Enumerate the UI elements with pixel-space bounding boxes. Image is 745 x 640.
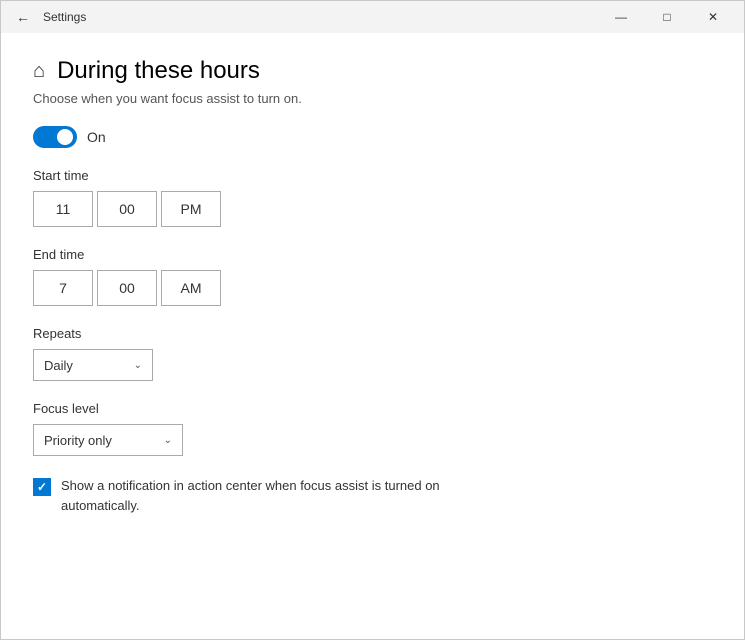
page-header: ⌂ During these hours: [33, 57, 712, 85]
focus-level-chevron-icon: ⌄: [164, 435, 172, 446]
title-bar: ← Settings — □ ✕: [1, 1, 744, 33]
toggle-thumb: [57, 129, 73, 145]
toggle-row: On: [33, 126, 712, 148]
end-time-section: End time 7 00 AM: [33, 247, 712, 306]
focus-level-section: Focus level Priority only ⌄: [33, 401, 712, 456]
end-time-row: 7 00 AM: [33, 270, 712, 306]
window-controls: — □ ✕: [598, 1, 736, 33]
focus-level-value: Priority only: [44, 433, 112, 448]
window: ← Settings — □ ✕ ⌂ During these hours Ch…: [0, 0, 745, 640]
notification-checkbox[interactable]: ✓: [33, 478, 51, 496]
repeats-section: Repeats Daily ⌄: [33, 326, 712, 381]
focus-level-label: Focus level: [33, 401, 712, 416]
repeats-chevron-icon: ⌄: [134, 360, 142, 371]
page-title: During these hours: [57, 57, 260, 85]
repeats-dropdown[interactable]: Daily ⌄: [33, 349, 153, 381]
toggle-label: On: [87, 129, 106, 145]
notification-checkbox-row: ✓ Show a notification in action center w…: [33, 476, 712, 515]
end-minute-box[interactable]: 00: [97, 270, 157, 306]
minimize-button[interactable]: —: [598, 1, 644, 33]
end-time-label: End time: [33, 247, 712, 262]
focus-level-dropdown[interactable]: Priority only ⌄: [33, 424, 183, 456]
repeats-label: Repeats: [33, 326, 712, 341]
repeats-value: Daily: [44, 358, 73, 373]
close-button[interactable]: ✕: [690, 1, 736, 33]
main-content: ⌂ During these hours Choose when you wan…: [1, 33, 744, 639]
end-hour-box[interactable]: 7: [33, 270, 93, 306]
window-title: Settings: [37, 10, 598, 24]
focus-assist-toggle[interactable]: [33, 126, 77, 148]
end-period-box[interactable]: AM: [161, 270, 221, 306]
back-button[interactable]: ←: [9, 3, 37, 31]
start-time-label: Start time: [33, 168, 712, 183]
start-minute-box[interactable]: 00: [97, 191, 157, 227]
start-period-box[interactable]: PM: [161, 191, 221, 227]
checkmark-icon: ✓: [37, 480, 47, 494]
start-hour-box[interactable]: 11: [33, 191, 93, 227]
start-time-section: Start time 11 00 PM: [33, 168, 712, 227]
page-subtitle: Choose when you want focus assist to tur…: [33, 91, 712, 106]
home-icon: ⌂: [33, 60, 45, 83]
maximize-button[interactable]: □: [644, 1, 690, 33]
toggle-track: [33, 126, 77, 148]
start-time-row: 11 00 PM: [33, 191, 712, 227]
notification-checkbox-label: Show a notification in action center whe…: [61, 476, 461, 515]
